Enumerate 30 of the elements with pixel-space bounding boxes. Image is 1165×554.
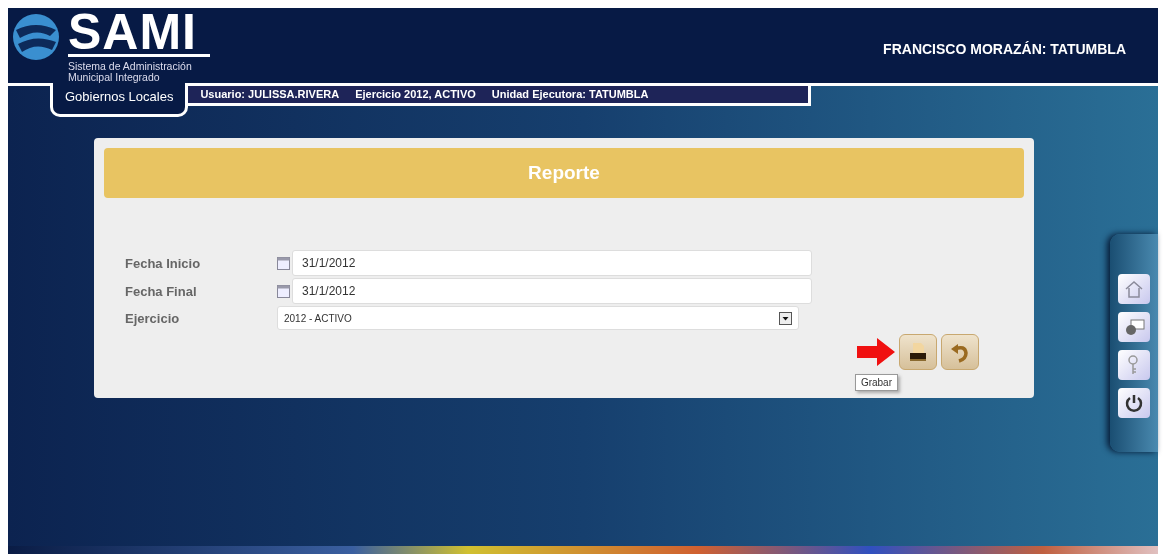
date-field[interactable]: 31/1/2012 — [292, 250, 812, 276]
mail-icon — [1123, 318, 1145, 336]
date-field[interactable]: 31/1/2012 — [292, 278, 812, 304]
field-label: Fecha Inicio — [125, 255, 202, 271]
print-button[interactable] — [899, 334, 937, 370]
logo-subtitle: Sistema de Administración — [68, 61, 193, 72]
undo-icon — [949, 341, 971, 363]
home-button[interactable] — [1118, 274, 1150, 304]
tooltip: Grabar — [854, 374, 898, 391]
power-icon — [1124, 393, 1144, 413]
logo-subtitle: Municipal Integrado — [68, 72, 161, 83]
field-label: Ejercicio — [125, 310, 181, 326]
field-label: Fecha Final — [125, 283, 198, 299]
undo-button[interactable] — [941, 334, 979, 370]
year-dropdown[interactable]: 2012 - ACTIVO — [277, 306, 799, 330]
info-text: Unidad Ejecutora: TATUMBLA — [491, 88, 649, 100]
keys-button[interactable] — [1118, 350, 1150, 380]
calendar-icon[interactable] — [277, 284, 290, 298]
power-button[interactable] — [1118, 388, 1150, 418]
form-title: Reporte — [104, 148, 1024, 198]
info-text: Usuario: JULISSA.RIVERA — [200, 88, 340, 100]
menu-tab[interactable]: Gobiernos Locales — [50, 83, 189, 117]
mail-button[interactable] — [1118, 312, 1150, 342]
printer-icon — [907, 341, 929, 363]
logo-text: SAMI — [68, 10, 210, 57]
home-icon — [1124, 280, 1144, 298]
calendar-icon[interactable] — [277, 256, 290, 270]
arrow-icon — [857, 338, 895, 366]
info-text: Ejercicio 2012, ACTIVO — [355, 88, 476, 100]
location-title: FRANCISCO MORAZÁN: TATUMBLA — [883, 41, 1126, 57]
